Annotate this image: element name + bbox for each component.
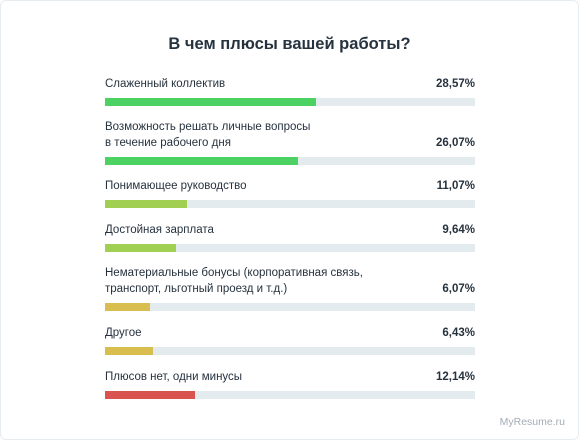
bar <box>105 244 176 252</box>
bar-track <box>105 98 475 106</box>
bar-track <box>105 200 475 208</box>
bar-value-label: 6,43% <box>442 327 475 339</box>
bar-label: Слаженный коллектив <box>105 78 226 90</box>
bar-value-label: 26,07% <box>435 137 475 149</box>
bar-value-label: 9,64% <box>442 224 475 236</box>
bar-row: Достойная зарплата 9,64% <box>105 222 475 252</box>
bar-label: Плюсов нет, одни минусы <box>105 371 243 383</box>
bar-label: Достойная зарплата <box>105 224 214 236</box>
bar-label: Нематериальные бонусы (корпоративная свя… <box>105 267 363 295</box>
watermark: MyResume.ru <box>499 416 565 428</box>
bar <box>105 200 187 208</box>
chart-title: В чем плюсы вашей работы? <box>168 35 411 53</box>
bar <box>105 303 150 311</box>
bar-row: Плюсов нет, одни минусы 12,14% <box>105 369 475 399</box>
bar-value-label: 28,57% <box>435 78 475 90</box>
bar-label: Другое <box>105 327 142 339</box>
bar-row: Понимающее руководство 11,07% <box>105 178 475 208</box>
bar-row: Возможность решать личные вопросы в тече… <box>105 119 475 165</box>
bar-track <box>105 303 475 311</box>
bar-label: Возможность решать личные вопросы в тече… <box>105 121 311 149</box>
bar-label: Понимающее руководство <box>105 180 247 192</box>
bar-row: Другое 6,43% <box>105 325 475 355</box>
bar <box>105 98 316 106</box>
bar-track <box>105 347 475 355</box>
bar-track <box>105 391 475 399</box>
bar <box>105 347 153 355</box>
bar-value-label: 11,07% <box>436 180 475 192</box>
bar-track <box>105 157 475 165</box>
bar <box>105 391 195 399</box>
bar-row: Нематериальные бонусы (корпоративная свя… <box>105 265 475 311</box>
bar-value-label: 6,07% <box>442 283 475 295</box>
bar-track <box>105 244 475 252</box>
bar-row: Слаженный коллектив 28,57% <box>105 76 475 106</box>
bar-value-label: 12,14% <box>435 371 475 383</box>
bar <box>105 157 298 165</box>
